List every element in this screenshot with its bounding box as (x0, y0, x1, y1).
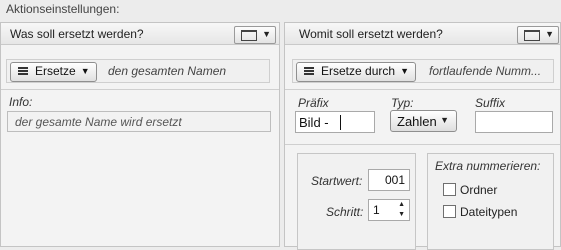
replace-what-header: Was soll ersetzt werden? ▼ (1, 23, 279, 45)
chevron-down-icon: ▼ (545, 29, 554, 39)
step-label: Schritt: (326, 205, 364, 219)
prefix-label: Präfix (298, 96, 329, 110)
replace-what-panel: Was soll ersetzt werden? ▼ Ersetze ▼ den… (0, 22, 280, 247)
folders-label: Ordner (460, 183, 498, 197)
suffix-input[interactable] (475, 111, 553, 133)
filetypes-label: Dateitypen (460, 205, 518, 219)
numbering-group: Startwert: 001 Schritt: 1 ▲ ▼ (297, 153, 416, 250)
left-view-button[interactable]: ▼ (234, 26, 276, 44)
info-label: Info: (9, 95, 33, 109)
type-label: Typ: (391, 96, 414, 110)
chevron-down-icon: ▼ (440, 115, 449, 125)
replace-with-mode-value: fortlaufende Numm... (429, 64, 542, 78)
replace-mode-label: Ersetze (35, 64, 76, 78)
chevron-down-icon: ▼ (262, 29, 271, 39)
replace-what-title: Was soll ersetzt werden? (10, 27, 144, 41)
suffix-label: Suffix (475, 96, 506, 110)
menu-icon (18, 67, 28, 75)
replace-mode-value: den gesamten Namen (108, 64, 227, 78)
right-mode-bar: Ersetze durch ▼ fortlaufende Numm... (292, 59, 554, 83)
replace-mode-dropdown[interactable]: Ersetze ▼ (10, 62, 97, 82)
settings-title: Aktionseinstellungen: (6, 2, 120, 16)
step-stepper[interactable]: 1 ▲ ▼ (368, 199, 410, 221)
text-cursor (340, 115, 341, 130)
type-value: Zahlen (397, 114, 437, 129)
right-divider (285, 89, 560, 90)
prefix-value: Bild - (299, 115, 329, 130)
checkbox-filetypes-row[interactable]: Dateitypen (443, 204, 543, 220)
left-mode-bar: Ersetze ▼ den gesamten Namen (6, 59, 270, 83)
replace-with-dropdown[interactable]: Ersetze durch ▼ (296, 62, 417, 82)
info-text: der gesamte Name wird ersetzt (15, 115, 182, 129)
prefix-input[interactable]: Bild - (295, 111, 375, 133)
replace-with-panel: Womit soll ersetzt werden? ▼ Ersetze dur… (284, 22, 561, 250)
replace-with-mode-label: Ersetze durch (321, 64, 396, 78)
right-view-button[interactable]: ▼ (517, 26, 559, 44)
start-value-input[interactable]: 001 (368, 169, 410, 191)
start-value: 001 (384, 173, 405, 187)
filetypes-checkbox[interactable] (443, 205, 456, 218)
right-divider-2 (285, 144, 560, 145)
stepper-down-icon[interactable]: ▼ (398, 210, 405, 219)
extra-numbering-group: Extra nummerieren: Ordner Dateitypen (427, 153, 554, 250)
replace-with-header: Womit soll ersetzt werden? ▼ (285, 23, 560, 45)
info-field: der gesamte Name wird ersetzt (7, 111, 271, 132)
window-icon (524, 30, 540, 41)
left-divider (1, 89, 279, 90)
step-value: 1 (373, 203, 380, 217)
checkbox-folders-row[interactable]: Ordner (443, 182, 543, 198)
menu-icon (304, 67, 314, 75)
chevron-down-icon: ▼ (400, 66, 410, 76)
chevron-down-icon: ▼ (80, 66, 90, 76)
start-label: Startwert: (311, 174, 363, 188)
type-dropdown[interactable]: Zahlen ▼ (390, 110, 457, 132)
extra-numbering-title: Extra nummerieren: (435, 159, 541, 173)
stepper-up-icon[interactable]: ▲ (398, 200, 405, 209)
window-icon (241, 30, 257, 41)
replace-with-title: Womit soll ersetzt werden? (299, 27, 443, 41)
folders-checkbox[interactable] (443, 183, 456, 196)
